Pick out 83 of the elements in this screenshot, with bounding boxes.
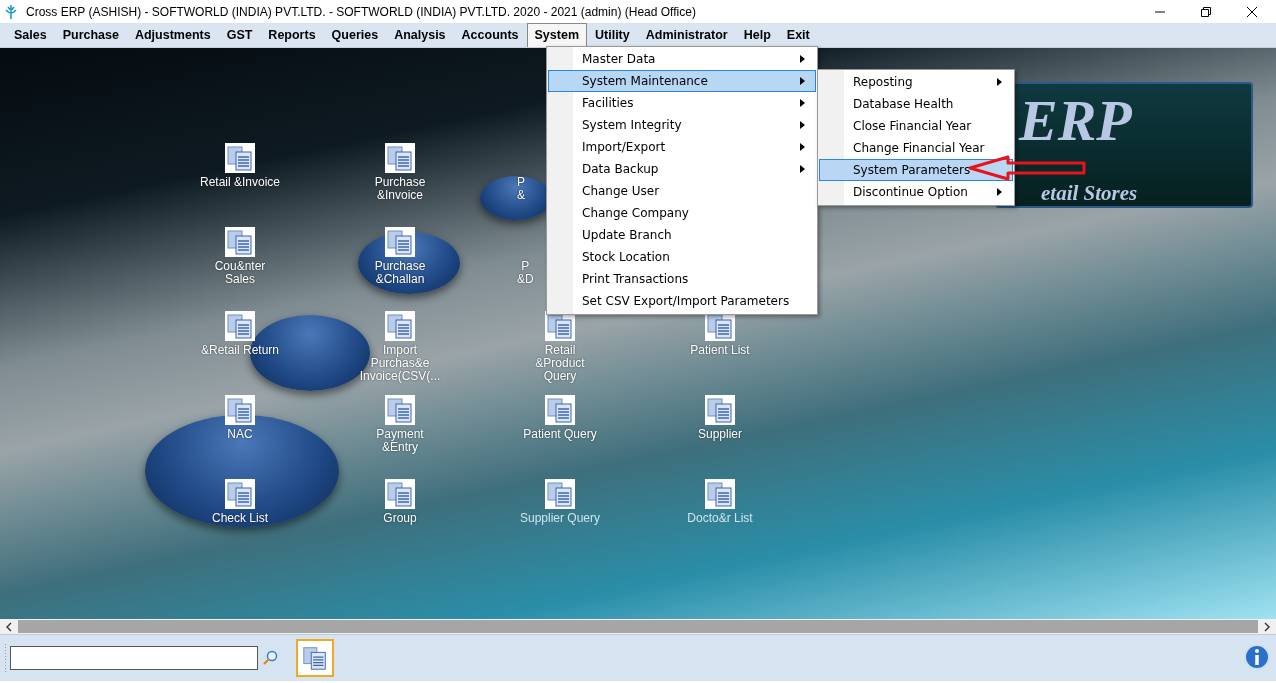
menu-bar-item[interactable]: Analysis [386, 23, 454, 47]
shortcut-label[interactable]: NAC [227, 428, 253, 441]
menu-bar-item[interactable]: GST [218, 23, 261, 47]
documents-icon[interactable] [385, 395, 415, 425]
documents-button[interactable] [296, 639, 334, 677]
caret-icon [800, 143, 805, 151]
shortcut-label[interactable]: Purchase &Challan [374, 260, 426, 286]
shortcut-label[interactable]: Docto&r List [687, 512, 753, 525]
menu-bar-item[interactable]: Utility [587, 23, 638, 47]
menu-item[interactable]: Close Financial Year [819, 115, 1013, 137]
caret-icon [800, 165, 805, 173]
menu-item[interactable]: Data Backup [548, 158, 816, 180]
logo-title: ERP [1019, 92, 1132, 150]
restore-icon[interactable] [1200, 5, 1212, 18]
documents-icon[interactable] [225, 311, 255, 341]
menu-bar-item[interactable]: Reports [260, 23, 324, 47]
scroll-left-icon[interactable] [4, 621, 14, 632]
menu-item[interactable]: Print Transactions [548, 268, 816, 290]
documents-icon[interactable] [385, 479, 415, 509]
menu-bar-item[interactable]: Purchase [54, 23, 127, 47]
menu-item[interactable]: Change User [548, 180, 816, 202]
menu-item[interactable]: System Integrity [548, 114, 816, 136]
shortcut-label[interactable]: Purchase &Invoice [374, 176, 426, 202]
horizontal-scrollbar[interactable] [0, 619, 1276, 634]
menu-item[interactable]: Change Company [548, 202, 816, 224]
documents-icon[interactable] [545, 395, 575, 425]
documents-icon[interactable] [225, 479, 255, 509]
shortcut-label[interactable]: &Retail Return [200, 344, 279, 357]
documents-icon [301, 644, 329, 672]
menu-bar-item[interactable]: Help [735, 23, 779, 47]
menu-bar-item[interactable]: Exit [778, 23, 818, 47]
caret-icon [997, 78, 1002, 86]
documents-icon[interactable] [385, 143, 415, 173]
documents-icon[interactable] [705, 395, 735, 425]
shortcut-label[interactable]: Patient Query [523, 428, 597, 441]
shortcut-label[interactable]: Group [383, 512, 417, 525]
menu-bar-item[interactable]: Administrator [637, 23, 736, 47]
menu-bar-item[interactable]: Adjustments [126, 23, 219, 47]
menu-item[interactable]: Update Branch [548, 224, 816, 246]
shortcut-label[interactable]: Cou&nter Sales [214, 260, 266, 286]
shortcut-label[interactable]: Supplier [698, 428, 742, 441]
menu-item[interactable]: Master Data [548, 48, 816, 70]
caret-icon [800, 77, 805, 85]
search-icon[interactable] [262, 650, 278, 666]
shortcut-label[interactable]: Payment &Entry [376, 428, 424, 454]
menu-item[interactable]: Stock Location [548, 246, 816, 268]
shortcut-label[interactable]: P & [517, 176, 525, 202]
menu-bar-item[interactable]: Accounts [453, 23, 527, 47]
shortcut-label[interactable]: Retail &Invoice [199, 176, 280, 189]
app-logo-icon [4, 3, 18, 20]
caret-icon [800, 99, 805, 107]
menu-bar-item[interactable]: System [526, 23, 587, 47]
search-field[interactable] [10, 646, 258, 670]
menu-bar-item[interactable]: Queries [323, 23, 387, 47]
info-icon[interactable] [1242, 643, 1272, 673]
documents-icon[interactable] [545, 479, 575, 509]
documents-icon[interactable] [705, 479, 735, 509]
documents-icon[interactable] [385, 227, 415, 257]
scrollbar-thumb[interactable] [18, 620, 1258, 633]
caret-icon [800, 55, 805, 63]
grip-icon [4, 643, 7, 673]
documents-icon[interactable] [225, 143, 255, 173]
menu-bar-item[interactable]: Sales [6, 23, 55, 47]
menu-item[interactable]: Facilities [548, 92, 816, 114]
menu-item[interactable]: Change Financial Year [819, 137, 1013, 159]
shortcut-label[interactable]: Check List [212, 512, 268, 525]
logo-subtitle: etail Stores [1041, 182, 1138, 204]
menu-item[interactable]: Database Health [819, 93, 1013, 115]
menu-item[interactable]: Reposting [819, 71, 1013, 93]
menu-item[interactable]: System Parameters [819, 159, 1013, 181]
caret-icon [997, 188, 1002, 196]
shortcut-label[interactable]: Supplier Query [519, 512, 600, 525]
documents-icon[interactable] [385, 311, 415, 341]
menu-item[interactable]: Set CSV Export/Import Parameters [548, 290, 816, 312]
menu-item[interactable]: Import/Export [548, 136, 816, 158]
scroll-right-icon[interactable] [1262, 621, 1272, 632]
documents-icon[interactable] [225, 395, 255, 425]
menu-item[interactable]: System Maintenance [548, 70, 816, 92]
documents-icon[interactable] [225, 227, 255, 257]
menu-item[interactable]: Discontinue Option [819, 181, 1013, 203]
caret-icon [800, 121, 805, 129]
close-icon[interactable] [1246, 5, 1258, 18]
window-title: Cross ERP (ASHISH) - SOFTWORLD (INDIA) PVT.LTD. - SOFTWORLD (INDIA) PVT.LTD. 2020 - 2021 (admin) (Head Office) [26, 4, 696, 19]
